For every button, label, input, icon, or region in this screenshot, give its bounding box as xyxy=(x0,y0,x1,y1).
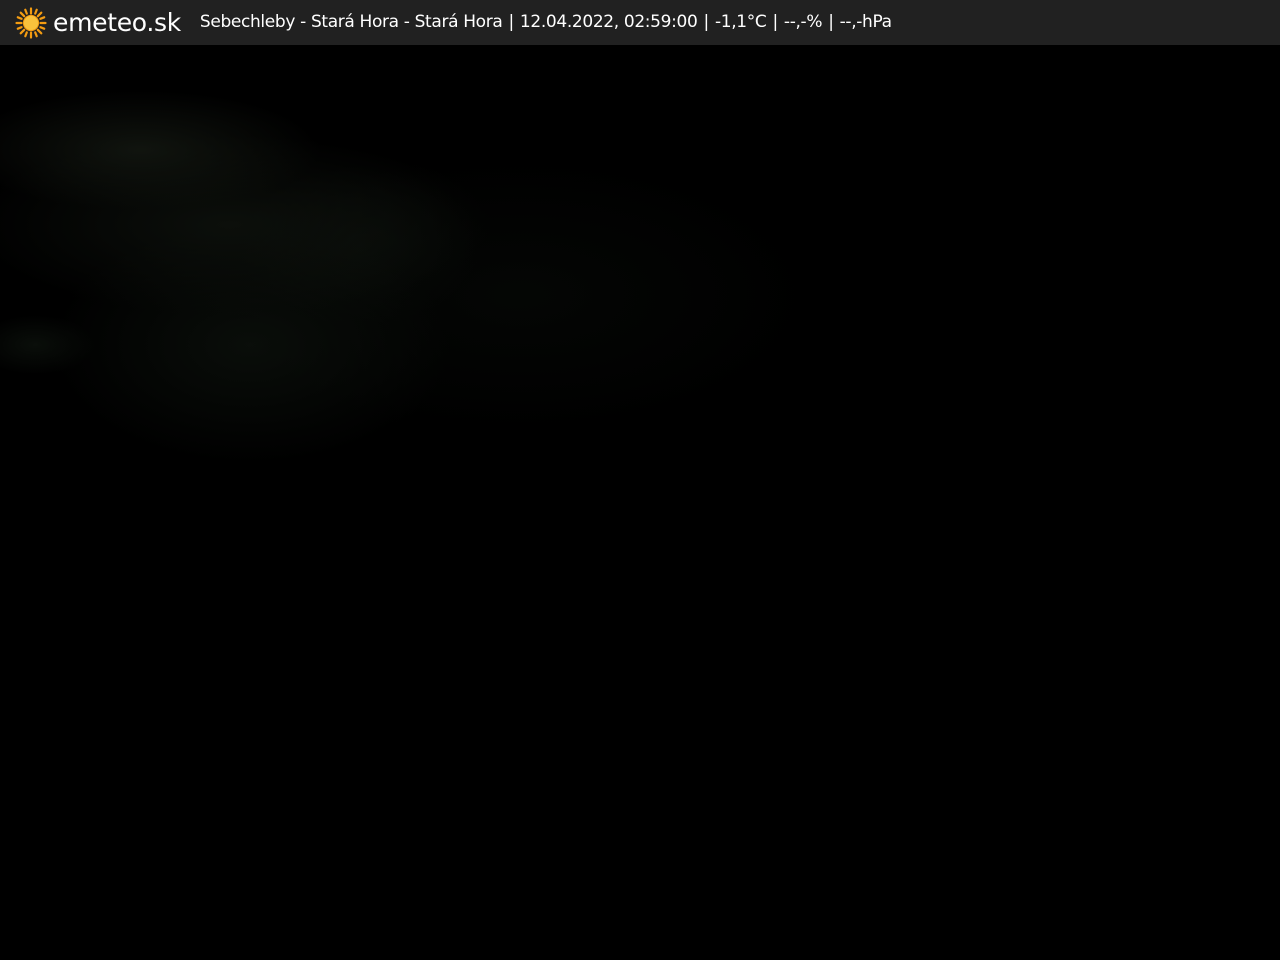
logo[interactable]: emeteo.sk xyxy=(15,0,181,45)
temperature-value: -1,1°C xyxy=(714,12,767,32)
datetime: 12.04.2022, 02:59:00 xyxy=(519,12,698,32)
sun-icon xyxy=(15,6,47,39)
separator: | xyxy=(703,12,709,32)
humidity-value: --,-% xyxy=(783,12,823,32)
webcam-image xyxy=(0,45,1280,960)
separator: | xyxy=(508,12,514,32)
separator: | xyxy=(772,12,778,32)
separator: | xyxy=(828,12,834,32)
webcam-caption: Sebechleby - Stará Hora - Stará Hora | 1… xyxy=(200,0,892,45)
pressure-value: --,-hPa xyxy=(839,12,892,32)
logo-text: emeteo.sk xyxy=(53,8,181,37)
header-bar: emeteo.sk Sebechleby - Stará Hora - Star… xyxy=(0,0,1280,45)
location-name: Sebechleby - Stará Hora - Stará Hora xyxy=(199,12,503,32)
